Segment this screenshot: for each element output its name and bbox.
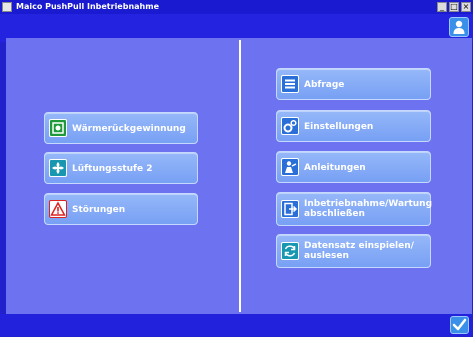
menu-button-faults[interactable]: Störungen bbox=[44, 193, 198, 225]
menu-button-settings[interactable]: Einstellungen bbox=[276, 110, 431, 142]
person-guide-icon bbox=[281, 158, 299, 176]
menu-button-finish-commissioning[interactable]: Inbetriebnahme/Wartung abschließen bbox=[276, 192, 433, 226]
close-button[interactable]: × bbox=[461, 2, 471, 12]
confirm-button[interactable] bbox=[450, 316, 469, 334]
title-bar: Maico PushPull Inbetriebnahme _ □ × bbox=[0, 0, 473, 14]
menu-label: Einstellungen bbox=[304, 122, 374, 132]
panel-divider bbox=[239, 40, 241, 312]
user-button[interactable] bbox=[449, 17, 469, 37]
sync-icon bbox=[281, 242, 299, 260]
menu-button-import-export[interactable]: Datensatz einspielen/ auslesen bbox=[276, 234, 431, 268]
minimize-button[interactable]: _ bbox=[437, 2, 447, 12]
menu-label: Inbetriebnahme/Wartung abschließen bbox=[304, 199, 433, 219]
gears-icon bbox=[281, 117, 299, 135]
menu-button-query[interactable]: Abfrage bbox=[276, 68, 431, 100]
menu-button-heat-recovery[interactable]: Wärmerückgewinnung bbox=[44, 112, 198, 144]
list-icon bbox=[281, 75, 299, 93]
maximize-button[interactable]: □ bbox=[449, 2, 459, 12]
warning-icon bbox=[49, 200, 67, 218]
menu-button-ventilation-level[interactable]: Lüftungsstufe 2 bbox=[44, 152, 198, 184]
exit-door-icon bbox=[281, 200, 299, 218]
checkmark-icon bbox=[452, 318, 467, 331]
menu-label: Lüftungsstufe 2 bbox=[72, 164, 153, 174]
heat-recovery-icon bbox=[49, 119, 67, 137]
menu-label: Wärmerückgewinnung bbox=[72, 124, 186, 134]
menu-label: Datensatz einspielen/ auslesen bbox=[304, 241, 414, 261]
menu-label: Abfrage bbox=[304, 80, 345, 90]
window-title: Maico PushPull Inbetriebnahme bbox=[16, 2, 160, 11]
menu-button-guides[interactable]: Anleitungen bbox=[276, 151, 431, 183]
menu-label: Anleitungen bbox=[304, 163, 366, 173]
user-icon bbox=[453, 20, 465, 34]
fan-icon bbox=[49, 159, 67, 177]
app-icon bbox=[2, 2, 12, 12]
footer-bar bbox=[0, 314, 473, 336]
menu-label: Störungen bbox=[72, 205, 126, 215]
